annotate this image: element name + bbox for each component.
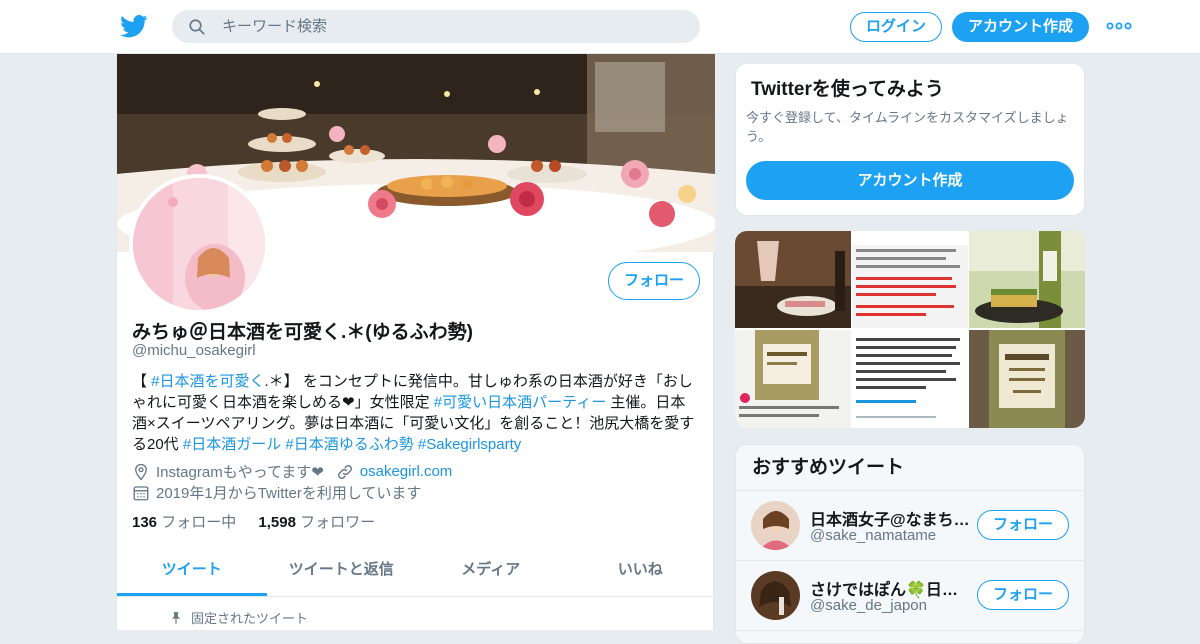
signup-button[interactable]: アカウント作成 (952, 12, 1089, 42)
media-photo-wine-bottle (969, 330, 1085, 428)
search-box[interactable] (172, 10, 700, 43)
media-thumbnail[interactable] (852, 231, 968, 328)
avatar[interactable] (751, 501, 800, 550)
tab-likes[interactable]: いいね (566, 547, 716, 596)
top-navigation-bar: ログイン アカウント作成 (0, 0, 1200, 54)
location-pin-icon (135, 463, 147, 481)
avatar-photo (751, 501, 800, 550)
followers-link[interactable]: 1,598 フォロワー (258, 514, 375, 531)
link-icon (337, 464, 352, 479)
profile-website-link[interactable]: osakegirl.com (360, 463, 453, 480)
follow-button[interactable]: フォロー (977, 510, 1069, 540)
recommended-user-row[interactable]: さけではぽん🍀日本酒専門 @sake_de_japon フォロー (736, 561, 1084, 631)
search-input[interactable] (222, 10, 682, 43)
hashtag-link[interactable]: #日本酒ガール (183, 436, 281, 453)
profile-panel: フォロー みちゅ＠日本酒を可愛く.＊(ゆるふわ勢) @michu_osakegi… (116, 54, 715, 630)
calendar-icon (133, 485, 149, 500)
profile-location-and-url: Instagramもやってます❤ osakegirl.com (132, 461, 452, 482)
hashtag-link[interactable]: #Sakegirlsparty (418, 436, 521, 453)
media-thumbnail[interactable] (735, 330, 851, 428)
follow-button[interactable]: フォロー (608, 262, 700, 300)
recommended-title: おすすめツイート (736, 445, 1084, 491)
avatar-photo (751, 571, 800, 620)
follow-button[interactable]: フォロー (977, 580, 1069, 610)
following-link[interactable]: 136 フォロー中 (132, 514, 236, 531)
avatar[interactable] (751, 571, 800, 620)
media-thumbnail[interactable] (735, 231, 851, 328)
more-options-icon[interactable] (1106, 16, 1132, 36)
media-thumbnail-grid (735, 231, 1085, 428)
hashtag-link[interactable]: #可愛い日本酒パーティー (434, 394, 606, 411)
pinned-tweet-label: 固定されたツイート (169, 608, 308, 627)
search-icon (189, 19, 205, 35)
tab-tweets-and-replies[interactable]: ツイートと返信 (267, 547, 417, 596)
recommended-user-handle[interactable]: @sake_namatame (810, 527, 936, 544)
profile-display-name: みちゅ＠日本酒を可愛く.＊(ゆるふわ勢) (132, 322, 473, 343)
profile-bio: 【 #日本酒を可愛く.＊】 をコンセプトに発信中。甘しゅわ系の日本酒が好き「おし… (132, 373, 695, 453)
hashtag-link[interactable]: #日本酒を可愛く (151, 373, 264, 390)
try-twitter-card: Twitterを使ってみよう 今すぐ登録して、タイムラインをカスタマイズしましょ… (735, 63, 1085, 216)
recommended-user-handle[interactable]: @sake_de_japon (810, 597, 927, 614)
media-thumbnail[interactable] (969, 330, 1085, 428)
profile-joined-date: 2019年1月からTwitterを利用しています (156, 485, 422, 502)
avatar-photo-illustration (133, 178, 265, 310)
media-thumbnail[interactable] (852, 330, 968, 428)
profile-tabs: ツイート ツイートと返信 メディア いいね (117, 547, 715, 597)
hashtag-link[interactable]: #日本酒ゆるふわ勢 (285, 436, 413, 453)
media-photo-bottle-dessert (969, 231, 1085, 328)
try-twitter-description: 今すぐ登録して、タイムラインをカスタマイズしましょう。 (746, 110, 1069, 144)
media-text-screenshot (852, 330, 968, 428)
twitter-bird-icon[interactable] (120, 12, 148, 40)
profile-handle[interactable]: @michu_osakegirl (132, 342, 256, 359)
recommended-tweets-card: おすすめツイート 日本酒女子@なまちゃん @sake_namatame フォロー… (735, 444, 1085, 644)
signup-card-button[interactable]: アカウント作成 (746, 161, 1074, 200)
media-text-screenshot (852, 231, 968, 328)
recommended-user-row[interactable]: 日本酒女子@なまちゃん @sake_namatame フォロー (736, 491, 1084, 561)
tab-media[interactable]: メディア (416, 547, 566, 596)
pin-icon (171, 611, 181, 624)
try-twitter-title: Twitterを使ってみよう (751, 79, 944, 100)
profile-stats: 136 フォロー中 1,598 フォロワー (132, 511, 375, 532)
media-photo-sake-glass (735, 231, 851, 328)
profile-joined-row: 2019年1月からTwitterを利用しています (132, 482, 421, 503)
profile-location: Instagramもやってます❤ (156, 464, 324, 481)
profile-avatar[interactable] (129, 174, 269, 314)
login-button[interactable]: ログイン (850, 12, 942, 42)
tab-tweets[interactable]: ツイート (117, 547, 267, 596)
media-photo-wine-label (735, 330, 851, 428)
media-thumbnail[interactable] (969, 231, 1085, 328)
